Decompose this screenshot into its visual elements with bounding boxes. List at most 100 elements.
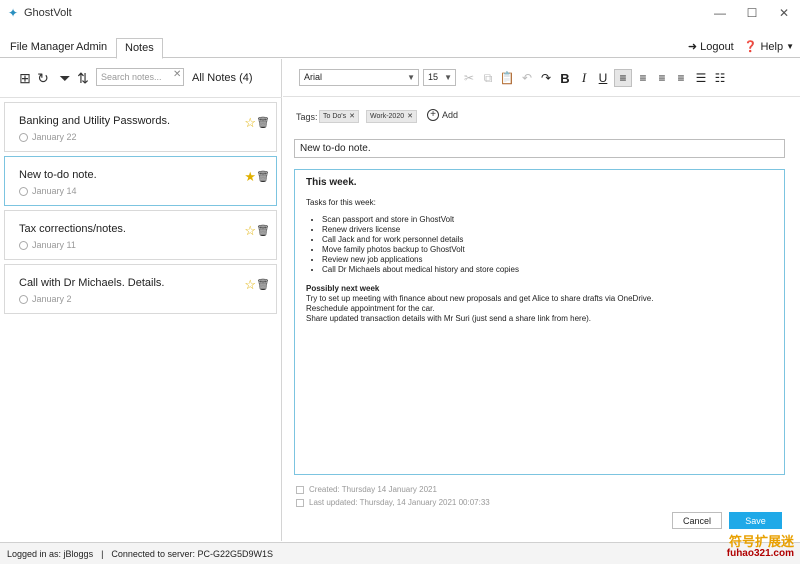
account-menu: ➜ Logout ❓ Help ▼ xyxy=(687,40,794,54)
align-right-icon[interactable]: ≡ xyxy=(653,69,671,87)
note-title: Tax corrections/notes. xyxy=(19,223,126,235)
clock-icon xyxy=(19,240,28,250)
app-title: GhostVolt xyxy=(24,7,72,19)
list-item: Renew drivers license xyxy=(322,225,773,235)
list-item: Call Dr Michaels about medical history a… xyxy=(322,265,773,275)
tag-chip: To Do's ✕ xyxy=(319,110,359,123)
undo-icon[interactable]: ↶ xyxy=(518,69,536,87)
notes-list-panel: ⊞ ↻ ⏷ ⇅ Search notes... ✕ All Notes (4) … xyxy=(0,59,282,541)
ghostvolt-logo-icon: ✦ xyxy=(7,6,19,20)
add-tag-button[interactable]: + Add xyxy=(427,109,458,121)
font-size-value: 15 xyxy=(428,72,439,82)
minimize-icon[interactable]: — xyxy=(704,0,736,26)
chevron-down-icon: ▼ xyxy=(786,42,794,51)
redo-icon[interactable]: ↷ xyxy=(537,69,555,87)
calendar-icon xyxy=(296,498,304,507)
note-title: Call with Dr Michaels. Details. xyxy=(19,277,165,289)
font-value: Arial xyxy=(304,72,323,82)
status-bar: Logged in as: jBloggs | Connected to ser… xyxy=(0,535,800,564)
clock-icon xyxy=(19,294,28,304)
trash-icon[interactable]: 🗑 xyxy=(256,116,270,129)
paste-icon[interactable]: 📋 xyxy=(498,69,516,87)
chevron-down-icon: ▼ xyxy=(444,73,452,82)
content-line: Share updated transaction details with M… xyxy=(306,314,592,323)
watermark: 符号扩展迷 fuhao321.com xyxy=(726,534,794,560)
divider xyxy=(0,97,282,98)
content-subheading: Possibly next week xyxy=(306,284,380,293)
clear-search-icon[interactable]: ✕ xyxy=(173,69,181,80)
close-icon[interactable]: ✕ xyxy=(768,0,800,26)
remove-tag-icon[interactable]: ✕ xyxy=(349,111,355,122)
chevron-down-icon: ▼ xyxy=(407,73,415,82)
logout-button[interactable]: ➜ Logout xyxy=(687,40,734,54)
tag-label: Work-2020 xyxy=(370,113,405,120)
search-notes-input[interactable]: Search notes... xyxy=(96,68,184,86)
logout-label: Logout xyxy=(700,40,734,53)
help-icon: ❓ xyxy=(743,41,758,53)
watermark-cn: 符号扩展迷 xyxy=(728,534,794,549)
font-select[interactable]: Arial ▼ xyxy=(299,69,419,86)
italic-icon[interactable]: I xyxy=(575,69,593,87)
content-line: Try to set up meeting with finance about… xyxy=(306,294,654,303)
note-date: January 14 xyxy=(19,186,77,196)
note-date-text: January 11 xyxy=(32,240,76,250)
numbered-list-icon[interactable]: ☷ xyxy=(711,69,729,87)
notes-list-toolbar: ⊞ ↻ ⏷ ⇅ Search notes... ✕ All Notes (4) xyxy=(0,59,282,97)
trash-icon[interactable]: 🗑 xyxy=(256,224,270,237)
note-date-text: January 14 xyxy=(32,186,77,196)
format-toolbar: Arial ▼ 15 ▼ ✂ ⧉ 📋 ↶ ↷ B I U ≡ ≡ ≡ ≡ ☰ ☷ xyxy=(283,59,800,97)
calendar-icon xyxy=(296,485,304,494)
note-content-editor[interactable]: This week. Tasks for this week: Scan pas… xyxy=(294,169,785,475)
tab-notes[interactable]: Notes xyxy=(116,38,163,59)
save-button[interactable]: Save xyxy=(729,512,782,529)
cancel-button[interactable]: Cancel xyxy=(672,512,722,529)
updated-info: Last updated: Thursday, 14 January 2021 … xyxy=(296,498,490,507)
underline-icon[interactable]: U xyxy=(594,69,612,87)
align-left-icon[interactable]: ≡ xyxy=(614,69,632,87)
star-outline-icon[interactable]: ☆ xyxy=(244,223,256,239)
bold-icon[interactable]: B xyxy=(556,69,574,87)
note-item-selected[interactable]: New to-do note. January 14 ★ 🗑 xyxy=(4,156,277,206)
trash-icon[interactable]: 🗑 xyxy=(256,170,270,183)
sort-icon[interactable]: ⇅ xyxy=(74,69,92,87)
tag-label: To Do's xyxy=(323,113,347,120)
all-notes-count[interactable]: All Notes (4) xyxy=(192,72,253,84)
new-note-icon[interactable]: ⊞ xyxy=(16,69,34,87)
note-editor: Arial ▼ 15 ▼ ✂ ⧉ 📋 ↶ ↷ B I U ≡ ≡ ≡ ≡ ☰ ☷ T… xyxy=(283,59,800,541)
logged-in-status: Logged in as: jBloggs xyxy=(7,548,94,559)
server-status: Connected to server: PC-G22G5D9W1S xyxy=(111,548,273,559)
clock-icon xyxy=(19,132,28,142)
watermark-en: fuhao321.com xyxy=(726,548,794,559)
content-intro: Tasks for this week: xyxy=(306,198,376,207)
help-button[interactable]: ❓ Help ▼ xyxy=(743,40,794,54)
cut-icon[interactable]: ✂ xyxy=(460,69,478,87)
align-center-icon[interactable]: ≡ xyxy=(634,69,652,87)
tab-file-manager[interactable]: File Manager xyxy=(10,38,74,58)
star-filled-icon[interactable]: ★ xyxy=(244,169,256,185)
copy-icon[interactable]: ⧉ xyxy=(479,69,497,87)
bullet-list-icon[interactable]: ☰ xyxy=(692,69,710,87)
main-tabs: File Manager Admin Notes ➜ Logout ❓ Help… xyxy=(0,38,800,59)
tags-label: Tags: xyxy=(296,112,318,122)
note-item[interactable]: Tax corrections/notes. January 11 ☆ 🗑 xyxy=(4,210,277,260)
note-title: New to-do note. xyxy=(19,169,97,181)
note-title-input[interactable]: New to-do note. xyxy=(294,139,785,158)
note-date: January 2 xyxy=(19,294,72,304)
refresh-icon[interactable]: ↻ xyxy=(34,69,52,87)
created-text: Created: Thursday 14 January 2021 xyxy=(309,485,437,494)
note-title: Banking and Utility Passwords. xyxy=(19,115,171,127)
tag-chip: Work-2020 ✕ xyxy=(366,110,417,123)
justify-icon[interactable]: ≡ xyxy=(672,69,690,87)
font-size-select[interactable]: 15 ▼ xyxy=(423,69,456,86)
note-item[interactable]: Call with Dr Michaels. Details. January … xyxy=(4,264,277,314)
tab-admin[interactable]: Admin xyxy=(76,38,107,58)
trash-icon[interactable]: 🗑 xyxy=(256,278,270,291)
star-outline-icon[interactable]: ☆ xyxy=(244,115,256,131)
created-info: Created: Thursday 14 January 2021 xyxy=(296,485,437,494)
maximize-icon[interactable]: ☐ xyxy=(736,0,768,26)
remove-tag-icon[interactable]: ✕ xyxy=(407,111,413,122)
star-outline-icon[interactable]: ☆ xyxy=(244,277,256,293)
logout-icon: ➜ xyxy=(687,41,698,53)
note-item[interactable]: Banking and Utility Passwords. January 2… xyxy=(4,102,277,152)
filter-icon[interactable]: ⏷ xyxy=(56,69,74,87)
